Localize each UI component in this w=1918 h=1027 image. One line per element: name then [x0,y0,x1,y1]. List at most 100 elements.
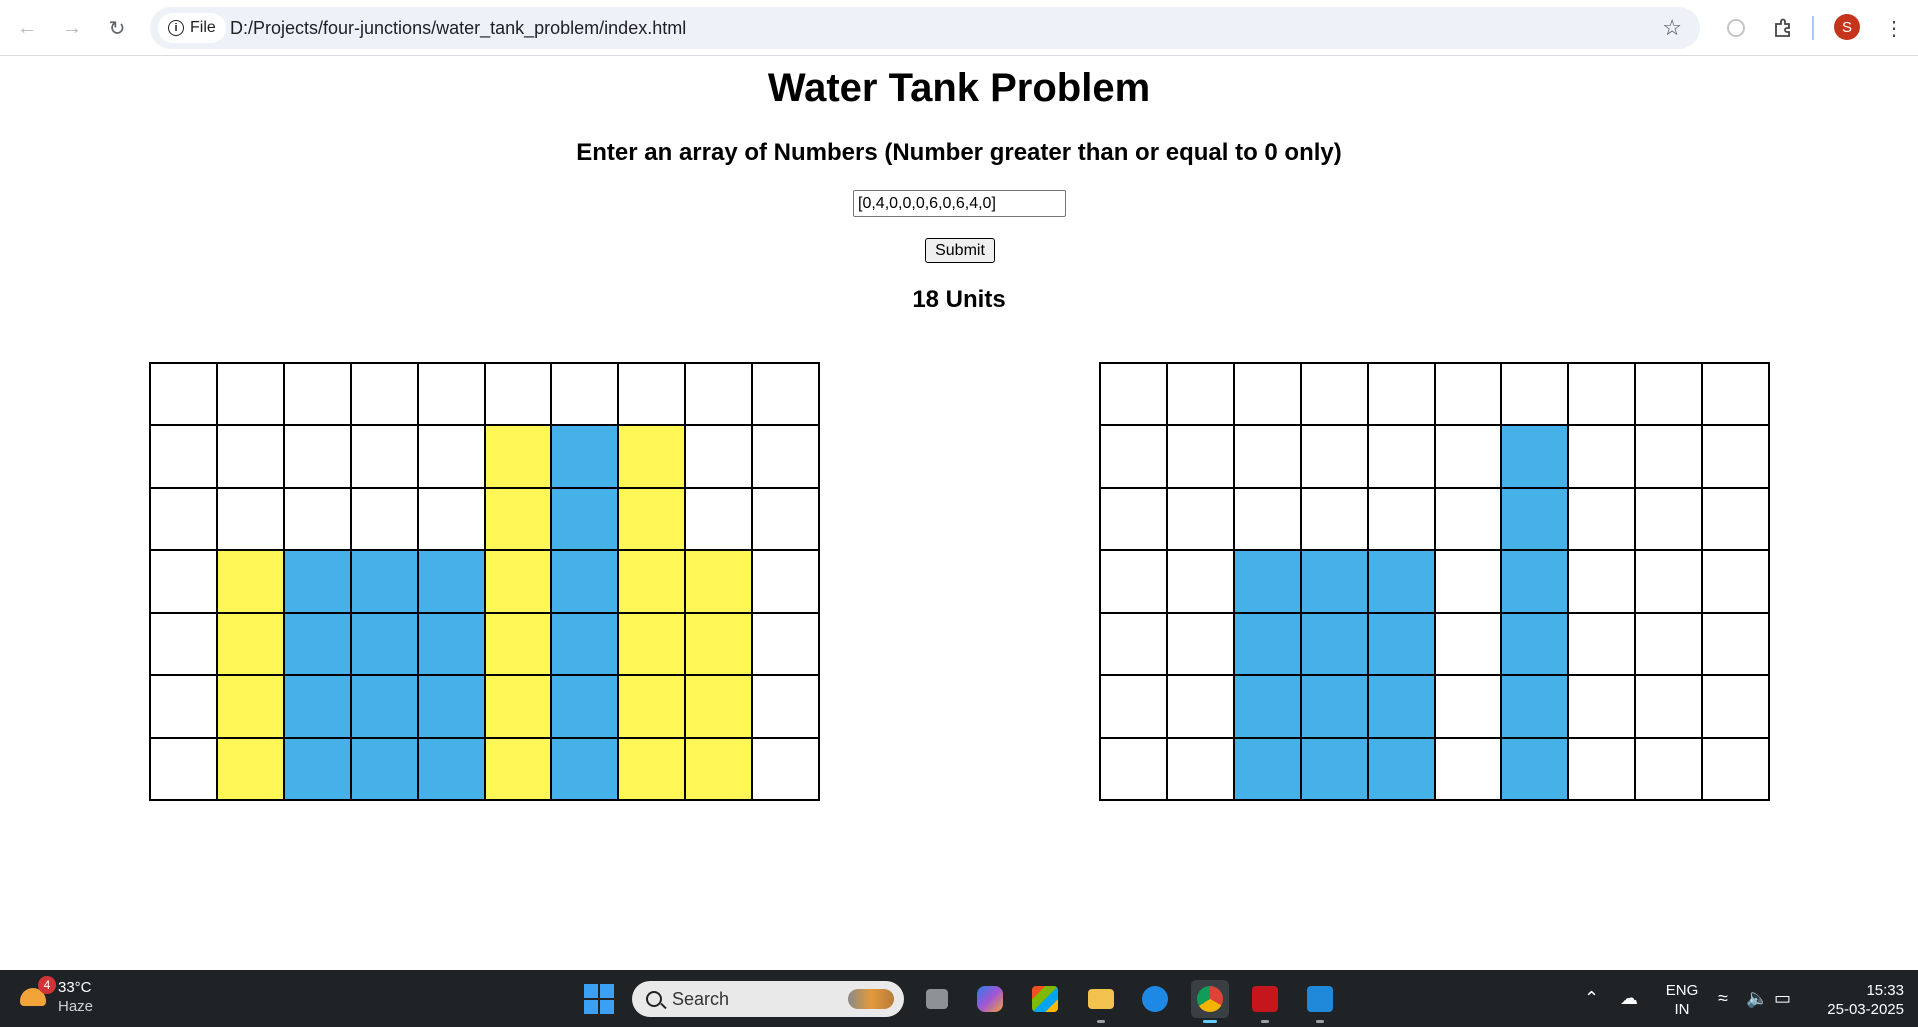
search-icon [646,991,662,1007]
empty-cell [1434,612,1502,676]
back-arrow-icon[interactable]: ← [13,14,41,42]
empty-cell [150,612,217,676]
vscode-icon[interactable] [1301,980,1339,1023]
empty-cell [1702,550,1769,613]
empty-cell [1166,425,1234,488]
empty-cell [752,425,819,488]
empty-cell [1434,363,1502,426]
empty-cell [752,737,819,800]
water-cell [350,550,418,613]
empty-cell [283,487,351,551]
browser-toolbar: ← → ↻ i File D:/Projects/four-junctions/… [0,0,1918,56]
empty-cell [1166,612,1234,676]
empty-cell [150,425,217,488]
block-cell [618,737,686,800]
extension-puzzle-icon[interactable] [1722,14,1750,42]
water-cell [1233,612,1301,676]
water-cell [551,425,619,488]
array-input[interactable] [853,190,1066,217]
wifi-icon[interactable]: ≈ [1718,988,1728,1009]
microsoft-store-icon[interactable] [1026,980,1064,1018]
submit-button[interactable]: Submit [925,238,995,263]
menu-kebab-icon[interactable]: ⋮ [1880,14,1908,42]
water-cell [283,675,351,738]
empty-cell [1635,487,1703,551]
block-cell [484,487,552,551]
loading-circle-icon [1727,19,1745,37]
bookmark-star-icon[interactable]: ☆ [1662,15,1682,41]
address-bar[interactable]: i File D:/Projects/four-junctions/water_… [150,7,1700,49]
empty-cell [350,487,418,551]
acrobat-reader-icon[interactable] [1246,980,1284,1023]
volume-icon[interactable]: 🔈 [1746,988,1768,1009]
empty-cell [752,550,819,613]
empty-cell [417,363,485,426]
water-cell [417,612,485,676]
water-cell [1501,487,1569,551]
block-cell [685,737,753,800]
empty-cell [1568,550,1636,613]
battery-icon[interactable]: ▭ [1774,988,1791,1009]
empty-cell [752,363,819,426]
empty-cell [1568,737,1636,800]
water-cell [283,737,351,800]
empty-cell [417,425,485,488]
chrome-icon[interactable] [1191,980,1229,1023]
empty-cell [150,550,217,613]
onedrive-cloud-icon[interactable]: ☁ [1620,988,1638,1009]
input-language[interactable]: ENG IN [1664,981,1700,1019]
block-cell [484,737,552,800]
water-cell [1501,550,1569,613]
chevron-up-icon[interactable]: ⌃ [1584,988,1599,1009]
profile-avatar[interactable]: S [1834,14,1860,40]
empty-cell [1568,487,1636,551]
water-cell [1300,737,1368,800]
empty-cell [1100,425,1167,488]
empty-cell [1568,363,1636,426]
empty-cell [1702,737,1769,800]
empty-cell [1434,425,1502,488]
water-cell [417,550,485,613]
water-cell [551,487,619,551]
extensions-icon[interactable] [1769,14,1797,42]
empty-cell [1300,425,1368,488]
empty-cell [1166,363,1234,426]
water-cell [1501,425,1569,488]
empty-cell [1635,612,1703,676]
block-cell [216,737,284,800]
block-cell [484,550,552,613]
windows-start-icon[interactable] [584,984,614,1014]
water-cell [551,612,619,676]
weather-widget[interactable]: 4 33°C Haze [18,976,93,1016]
block-cell [618,487,686,551]
forward-arrow-icon[interactable]: → [58,14,86,42]
block-cell [685,675,753,738]
empty-cell [1434,550,1502,613]
url-text[interactable]: D:/Projects/four-junctions/water_tank_pr… [230,7,686,49]
empty-cell [350,425,418,488]
temperature: 33°C [58,979,92,996]
empty-cell [1635,425,1703,488]
result-units: 18 Units [912,286,1006,313]
empty-cell [150,487,217,551]
reload-icon[interactable]: ↻ [103,14,131,42]
taskbar-search[interactable]: Search [632,981,904,1017]
file-explorer-icon[interactable] [1082,980,1120,1023]
empty-cell [1635,675,1703,738]
compass-app-icon[interactable] [1136,980,1174,1018]
water-cell [1233,550,1301,613]
windows-taskbar: 4 33°C Haze Search ⌃ ☁ ENG IN ≈ 🔈 ▭ 15:3… [0,970,1918,1027]
task-view-icon[interactable] [918,980,956,1018]
empty-cell [1635,363,1703,426]
block-cell [216,612,284,676]
block-cell [484,425,552,488]
empty-cell [1100,487,1167,551]
site-info-chip[interactable]: i File [158,13,226,43]
water-cell [1501,612,1569,676]
clock[interactable]: 15:33 25-03-2025 [1812,981,1904,1019]
empty-cell [1635,737,1703,800]
water-cell [283,612,351,676]
empty-cell [1568,612,1636,676]
copilot-icon[interactable] [971,980,1009,1018]
water-cell [283,550,351,613]
